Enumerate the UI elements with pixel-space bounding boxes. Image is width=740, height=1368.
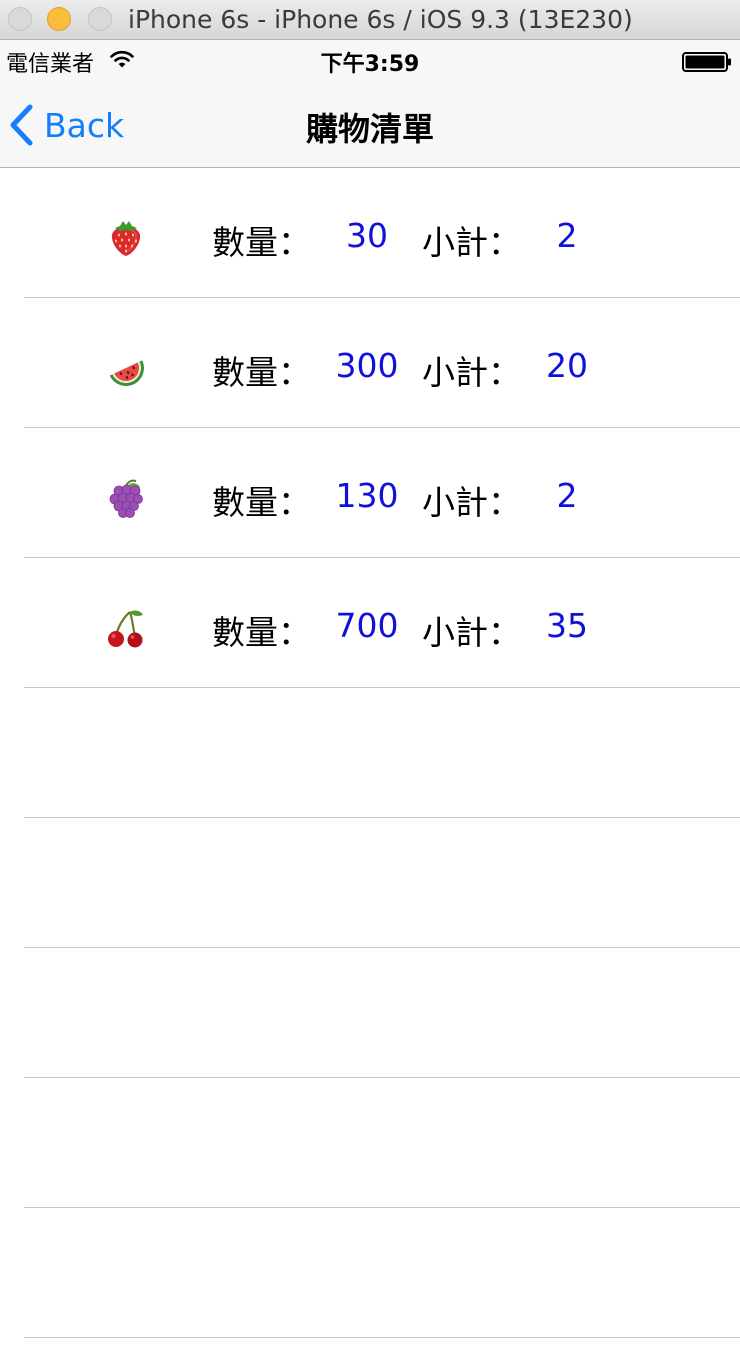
strawberry-icon xyxy=(111,221,141,256)
empty-table-row[interactable] xyxy=(0,1078,740,1208)
grapes-icon xyxy=(109,479,143,518)
navigation-bar: Back 購物清單 xyxy=(0,82,740,168)
status-time: 下午3:59 xyxy=(320,52,420,77)
quantity-value: 30 xyxy=(346,216,388,255)
quantity-value: 130 xyxy=(335,476,399,515)
battery-icon xyxy=(682,52,731,72)
subtotal-value: 35 xyxy=(546,606,588,645)
subtotal-value: 2 xyxy=(556,216,578,255)
status-bar: 電信業者 下午3:59 xyxy=(0,40,740,82)
empty-table-row[interactable] xyxy=(0,948,740,1078)
window-minimize-button[interactable] xyxy=(47,7,71,31)
cherries-icon xyxy=(108,610,143,648)
subtotal-value: 20 xyxy=(546,346,588,385)
simulator-title-bar: iPhone 6s - iPhone 6s / iOS 9.3 (13E230) xyxy=(0,0,740,40)
watermelon-icon xyxy=(109,360,144,386)
quantity-label: 數量： xyxy=(212,353,311,392)
window-close-button[interactable] xyxy=(8,7,32,31)
table-row[interactable]: 數量： 300 小計： 20 xyxy=(0,298,740,428)
quantity-value: 300 xyxy=(335,346,399,385)
subtotal-value: 2 xyxy=(556,476,578,515)
window-zoom-button[interactable] xyxy=(88,7,112,31)
empty-table-row[interactable] xyxy=(0,1208,740,1338)
subtotal-label: 小計： xyxy=(422,223,521,262)
quantity-value: 700 xyxy=(335,606,399,645)
table-row[interactable]: 數量： 130 小計： 2 xyxy=(0,428,740,558)
table-row[interactable]: 數量： 700 小計： 35 xyxy=(0,558,740,688)
page-title: 購物清單 xyxy=(305,110,434,148)
shopping-list-table[interactable]: 數量： 30 小計： 2 數量： 300 小計： 20 數量： 130 小計： … xyxy=(0,168,740,1338)
row-separator xyxy=(24,1337,740,1338)
quantity-label: 數量： xyxy=(212,613,311,652)
subtotal-label: 小計： xyxy=(422,613,521,652)
subtotal-label: 小計： xyxy=(422,353,521,392)
empty-table-row[interactable] xyxy=(0,688,740,818)
subtotal-label: 小計： xyxy=(422,483,521,522)
quantity-label: 數量： xyxy=(212,483,311,522)
empty-table-row[interactable] xyxy=(0,818,740,948)
window-title: iPhone 6s - iPhone 6s / iOS 9.3 (13E230) xyxy=(128,5,633,34)
quantity-label: 數量： xyxy=(212,223,311,262)
table-row[interactable]: 數量： 30 小計： 2 xyxy=(0,168,740,298)
